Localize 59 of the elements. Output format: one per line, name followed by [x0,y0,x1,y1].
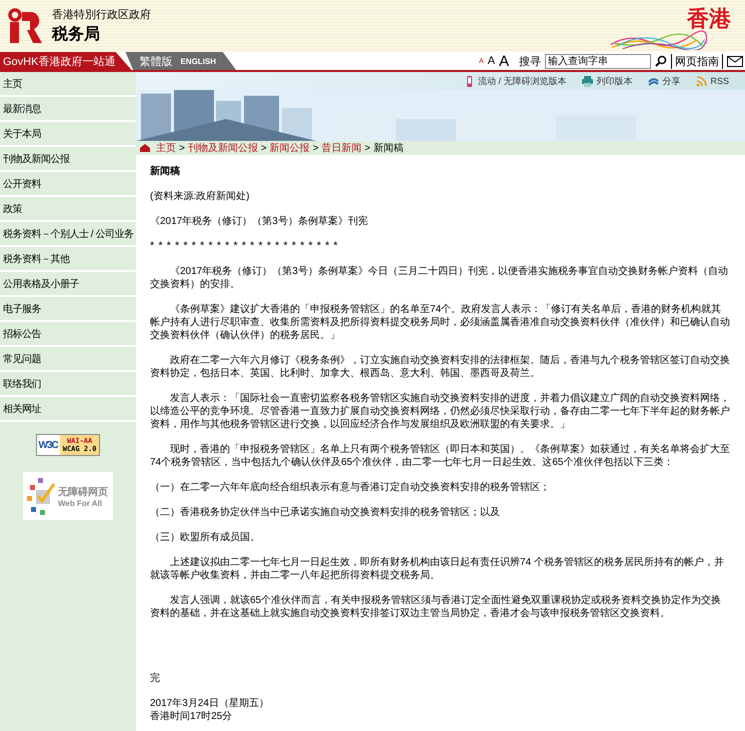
english-link[interactable]: ENGLISH [180,56,216,66]
article-heading: 新闻稿 [150,165,181,178]
department-name: 税务局 [52,24,101,45]
sidebar-item[interactable]: 联络我们 [0,372,136,397]
sidebar-item[interactable]: 招标公告 [0,322,136,347]
paragraph: 现时，香港的「申报税务管辖区」名单上只有两个税务管辖区（即日本和英国）。《条例草案》如获通过，有关名单将会扩大至74个税务管辖区，当中包括九个确认伙伴及65个准伙伴，由二零一七年七月一日起生效。这65个准伙伴包括以下三类： [150,443,731,469]
sidebar-item[interactable]: 刊物及新闻公报 [0,147,136,172]
search-field[interactable]: 输入查询字串 [545,54,651,68]
paragraph: 政府在二零一六年六月修订《税务条例》，订立实施自动交换资料安排的法律框架。随后，香港与九个税务管辖区签订自动交换资料协定，包括日本、英国、比利时、加拿大、根西岛、意大利、韩国、墨西哥及荷兰。 [150,354,731,380]
end-mark: 完 [150,672,161,685]
government-name: 香港特別行政区政府 [52,8,151,22]
font-size-link[interactable]: A [498,52,509,70]
paragraph: 《条例草案》建议扩大香港的「申报税务管辖区」的名单至74个。政府发言人表示：「修订有关名单后，香港的财务机构就其帐户持有人进行尽职审查、收集所需资料及把所得资料提交税务局时，必须涵盖属香港准自动交换资料伙伴（准伙伴）和已确认自动交换资料伙伴（确认伙伴）的税务居民。」 [150,303,731,342]
paragraph: 《2017年税务（修订）（第3号）条例草案》今日（三月二十四日）刊宪，以便香港实施税务事宜自动交换财务帐户资料（自动交换资料）的安排。 [150,265,729,291]
sidebar-item[interactable]: 公用表格及小册子 [0,272,136,297]
sidebar-item[interactable]: 相关网址 [0,397,136,422]
sidebar-item[interactable]: 政策 [0,197,136,222]
article-title: 《2017年税务（修订）（第3号）条例草案》刊宪 [150,215,369,228]
share-icon [648,76,660,87]
source-note: (资料来源:政府新闻处) [150,190,250,203]
traditional-chinese-link[interactable]: 繁體版 [139,54,172,68]
sidebar-item[interactable]: 公开资料 [0,172,136,197]
list-item: （三）欧盟所有成员国。 [150,531,261,544]
breadcrumb-link[interactable]: 新闻公报 [270,141,310,155]
govhk-link[interactable]: GovHK香港政府一站通 [0,52,132,70]
home-icon [140,144,150,152]
paragraph: 上述建议拟由二零一七年七月一日起生效，即所有财务机构由该日起有责任识辨74 个税务管辖区的税务居民所持有的帐户，并就该等帐户收集资料，并由二零一八年起把所得资料提交税务局。 [150,556,725,582]
brand-logo-text: 香港 [687,5,731,33]
rss-icon [696,76,708,87]
breadcrumb-link[interactable]: 刊物及新闻公报 [188,141,258,155]
breadcrumb-separator: > [260,142,267,154]
breadcrumb-link[interactable]: 主页 [156,141,176,155]
breadcrumb-separator: > [179,142,185,154]
share-tool-link[interactable]: 分享 [648,74,680,88]
print-tool-link[interactable]: 列印版本 [582,74,632,88]
printer-icon [582,76,594,87]
list-item: （一）在二零一六年年底向经合组织表示有意与香港订定自动交换资料安排的税务管辖区； [150,481,551,494]
font-size-link[interactable]: A [488,55,495,67]
ird-logo [8,8,44,44]
search-icon[interactable] [655,55,667,67]
breadcrumb-separator: > [312,142,319,154]
mobile-tool-link[interactable]: 流动 / 无障碍浏览版本 [464,74,566,88]
release-date: 2017年3月24日（星期五） [150,697,270,710]
sidebar-item[interactable]: 电子服务 [0,297,136,322]
sidebar-item[interactable]: 常见问题 [0,347,136,372]
paragraph: 发言人强调，就该65个准伙伴而言，有关申报税务管辖区须与香港订定全面性避免双重课税协定或税务资料交换协定作为交换资料的基础，并在这基础上就实施自动交换资料安排签订双边主管当局协定，香港才会与该申报税务管辖区交换资料。 [150,594,722,620]
breadcrumb-link[interactable]: 昔日新闻 [322,141,362,155]
paragraph: 发言人表示：「国际社会一直密切监察各税务管辖区实施自动交换资料安排的进度，并着力倡议建立广阔的自动交换资料网络，以缔造公平的竞争环境。尽管香港一直致力扩展自动交换资料网络，仍然必须尽快采取行动，备存由二零一七年下半年起的财务帐户资料，用作与其他税务管辖区进行交换，以回应经济合作与发展组织及欧洲联盟的有关要求。」 [150,392,731,431]
release-time: 香港时间17时25分 [150,710,234,723]
list-item: （二）香港税务协定伙伴当中已承诺实施自动交换资料安排的税务管辖区；以及 [150,506,501,519]
sidebar-item[interactable]: 税务资料－个别人士 / 公司业务 [0,222,136,247]
rss-tool-link[interactable]: RSS [696,76,729,87]
site-guide-link[interactable]: 网页指南 [671,54,723,68]
breadcrumb-separator: > [364,142,370,154]
mail-icon[interactable] [727,56,743,66]
sidebar-item[interactable]: 税务资料－其他 [0,247,136,272]
breadcrumb-current: 新闻稿 [373,142,404,155]
divider-asterisks: * * * * * * * * * * * * * * * * * * * * * * * [150,240,340,253]
search-label: 搜寻 [519,54,541,68]
